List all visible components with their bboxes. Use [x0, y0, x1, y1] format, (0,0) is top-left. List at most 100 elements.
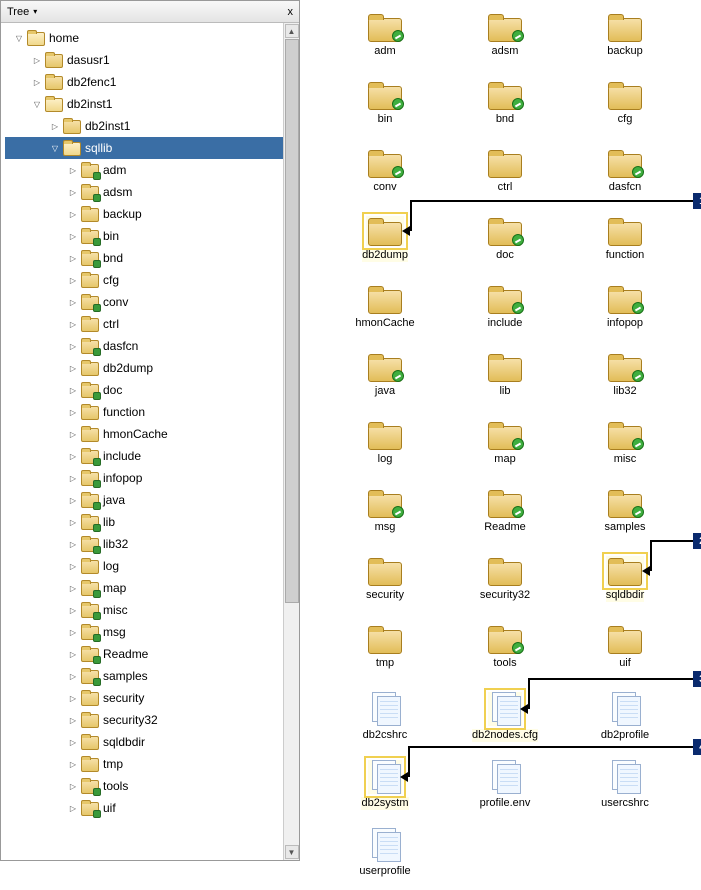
expand-icon[interactable]: ▷: [49, 122, 61, 131]
expand-icon[interactable]: ▷: [67, 606, 79, 615]
tree-item-lib32[interactable]: ▷lib32: [5, 533, 283, 555]
scroll-up-icon[interactable]: ▲: [285, 24, 299, 38]
folder-item-security32[interactable]: security32: [450, 556, 560, 618]
dropdown-icon[interactable]: ▾: [33, 7, 37, 16]
folder-item-ctrl[interactable]: ctrl: [450, 148, 560, 210]
expand-icon[interactable]: ▷: [67, 408, 79, 417]
tree-item-db2fenc1[interactable]: ▷db2fenc1: [5, 71, 283, 93]
tree-item-cfg[interactable]: ▷cfg: [5, 269, 283, 291]
tree-item-tools[interactable]: ▷tools: [5, 775, 283, 797]
collapse-icon[interactable]: ▽: [31, 100, 43, 109]
folder-item-misc[interactable]: misc: [570, 420, 680, 482]
tree-item-sqldbdir[interactable]: ▷sqldbdir: [5, 731, 283, 753]
tree-item-dasfcn[interactable]: ▷dasfcn: [5, 335, 283, 357]
tree-item-security32[interactable]: ▷security32: [5, 709, 283, 731]
tree-item-sqllib[interactable]: ▽sqllib: [5, 137, 283, 159]
expand-icon[interactable]: ▷: [67, 496, 79, 505]
tree-item-adsm[interactable]: ▷adsm: [5, 181, 283, 203]
expand-icon[interactable]: ▷: [67, 320, 79, 329]
folder-item-include[interactable]: include: [450, 284, 560, 346]
file-item-db2nodes-cfg[interactable]: db2nodes.cfg: [450, 692, 560, 754]
expand-icon[interactable]: ▷: [67, 694, 79, 703]
tree-item-backup[interactable]: ▷backup: [5, 203, 283, 225]
expand-icon[interactable]: ▷: [67, 738, 79, 747]
expand-icon[interactable]: ▷: [67, 386, 79, 395]
expand-icon[interactable]: ▷: [67, 166, 79, 175]
tree-item-java[interactable]: ▷java: [5, 489, 283, 511]
folder-item-tmp[interactable]: tmp: [330, 624, 440, 686]
tree-item-Readme[interactable]: ▷Readme: [5, 643, 283, 665]
folder-item-function[interactable]: function: [570, 216, 680, 278]
tree-item-adm[interactable]: ▷adm: [5, 159, 283, 181]
tree-item-security[interactable]: ▷security: [5, 687, 283, 709]
tree-item-lib[interactable]: ▷lib: [5, 511, 283, 533]
expand-icon[interactable]: ▷: [67, 430, 79, 439]
folder-item-backup[interactable]: backup: [570, 12, 680, 74]
expand-icon[interactable]: ▷: [67, 188, 79, 197]
tree-item-db2inst1[interactable]: ▽db2inst1: [5, 93, 283, 115]
folder-item-java[interactable]: java: [330, 352, 440, 414]
scroll-thumb[interactable]: [285, 39, 299, 603]
expand-icon[interactable]: ▷: [67, 672, 79, 681]
tree-item-samples[interactable]: ▷samples: [5, 665, 283, 687]
tree-item-tmp[interactable]: ▷tmp: [5, 753, 283, 775]
folder-item-map[interactable]: map: [450, 420, 560, 482]
folder-item-tools[interactable]: tools: [450, 624, 560, 686]
file-item-profile-env[interactable]: profile.env: [450, 760, 560, 822]
folder-item-lib[interactable]: lib: [450, 352, 560, 414]
tree-item-home[interactable]: ▽home: [5, 27, 283, 49]
expand-icon[interactable]: ▷: [31, 56, 43, 65]
folder-item-conv[interactable]: conv: [330, 148, 440, 210]
expand-icon[interactable]: ▷: [67, 760, 79, 769]
expand-icon[interactable]: ▷: [67, 716, 79, 725]
folder-item-cfg[interactable]: cfg: [570, 80, 680, 142]
folder-item-infopop[interactable]: infopop: [570, 284, 680, 346]
expand-icon[interactable]: ▷: [67, 364, 79, 373]
tree-item-dasusr1[interactable]: ▷dasusr1: [5, 49, 283, 71]
close-icon[interactable]: x: [288, 6, 294, 18]
tree-item-db2dump[interactable]: ▷db2dump: [5, 357, 283, 379]
tree-item-doc[interactable]: ▷doc: [5, 379, 283, 401]
tree-item-hmonCache[interactable]: ▷hmonCache: [5, 423, 283, 445]
tree-item-function[interactable]: ▷function: [5, 401, 283, 423]
tree-item-uif[interactable]: ▷uif: [5, 797, 283, 819]
tree-item-include[interactable]: ▷include: [5, 445, 283, 467]
folder-item-doc[interactable]: doc: [450, 216, 560, 278]
scroll-down-icon[interactable]: ▼: [285, 845, 299, 859]
expand-icon[interactable]: ▷: [67, 474, 79, 483]
tree-item-ctrl[interactable]: ▷ctrl: [5, 313, 283, 335]
folder-item-adsm[interactable]: adsm: [450, 12, 560, 74]
tree-item-msg[interactable]: ▷msg: [5, 621, 283, 643]
expand-icon[interactable]: ▷: [67, 650, 79, 659]
tree-item-bin[interactable]: ▷bin: [5, 225, 283, 247]
folder-item-Readme[interactable]: Readme: [450, 488, 560, 550]
scroll-track[interactable]: [285, 39, 299, 844]
expand-icon[interactable]: ▷: [67, 342, 79, 351]
folder-item-sqldbdir[interactable]: sqldbdir: [570, 556, 680, 618]
tree-item-map[interactable]: ▷map: [5, 577, 283, 599]
expand-icon[interactable]: ▷: [67, 540, 79, 549]
expand-icon[interactable]: ▷: [31, 78, 43, 87]
expand-icon[interactable]: ▷: [67, 584, 79, 593]
folder-item-uif[interactable]: uif: [570, 624, 680, 686]
expand-icon[interactable]: ▷: [67, 562, 79, 571]
file-item-db2systm[interactable]: db2systm: [330, 760, 440, 822]
file-item-db2cshrc[interactable]: db2cshrc: [330, 692, 440, 754]
expand-icon[interactable]: ▷: [67, 276, 79, 285]
expand-icon[interactable]: ▷: [67, 518, 79, 527]
expand-icon[interactable]: ▷: [67, 804, 79, 813]
collapse-icon[interactable]: ▽: [49, 144, 61, 153]
expand-icon[interactable]: ▷: [67, 232, 79, 241]
expand-icon[interactable]: ▷: [67, 298, 79, 307]
folder-item-adm[interactable]: adm: [330, 12, 440, 74]
tree-item-misc[interactable]: ▷misc: [5, 599, 283, 621]
folder-item-log[interactable]: log: [330, 420, 440, 482]
tree-item-conv[interactable]: ▷conv: [5, 291, 283, 313]
folder-item-samples[interactable]: samples: [570, 488, 680, 550]
tree-item-infopop[interactable]: ▷infopop: [5, 467, 283, 489]
tree-item-log[interactable]: ▷log: [5, 555, 283, 577]
expand-icon[interactable]: ▷: [67, 452, 79, 461]
collapse-icon[interactable]: ▽: [13, 34, 25, 43]
folder-item-hmonCache[interactable]: hmonCache: [330, 284, 440, 346]
tree-item-bnd[interactable]: ▷bnd: [5, 247, 283, 269]
